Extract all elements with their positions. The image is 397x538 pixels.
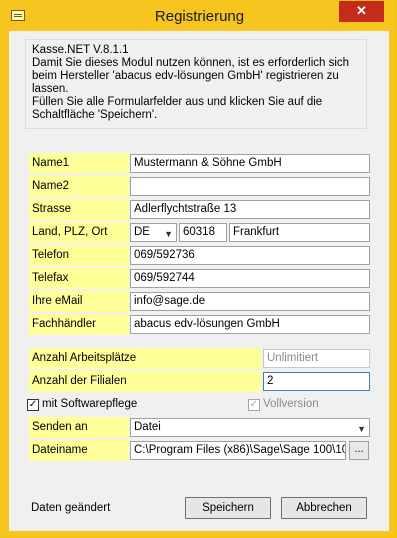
telefon-field[interactable]: 069/592736 bbox=[130, 246, 370, 265]
chevron-down-icon: ▼ bbox=[164, 229, 173, 239]
name1-label: Name1 bbox=[29, 153, 129, 174]
info-line: Füllen Sie alle Formularfelder aus und k… bbox=[32, 96, 323, 108]
info-line: lassen. bbox=[32, 83, 69, 95]
close-icon: ✕ bbox=[356, 3, 367, 18]
save-button[interactable]: Speichern bbox=[185, 497, 271, 519]
name1-field[interactable]: Mustermann & Söhne GmbH bbox=[130, 154, 370, 173]
arbeitsplaetze-field: Unlimitiert bbox=[263, 349, 370, 368]
fachhaendler-field[interactable]: abacus edv-lösungen GmbH bbox=[130, 315, 370, 334]
senden-an-value: Datei bbox=[134, 421, 161, 433]
info-panel: Kasse.NET V.8.1.1 Damit Sie dieses Modul… bbox=[25, 39, 367, 129]
status-text: Daten geändert bbox=[31, 502, 111, 514]
info-line: Schaltfläche 'Speichern'. bbox=[32, 109, 158, 121]
strasse-label: Strasse bbox=[29, 199, 129, 220]
fachhaendler-label: Fachhändler bbox=[29, 314, 129, 335]
title-bar[interactable]: Registrierung ✕ bbox=[1, 1, 396, 31]
info-line: beim Hersteller 'abacus edv-lösungen Gmb… bbox=[32, 70, 339, 82]
dateiname-field[interactable]: C:\Program Files (x86)\Sage\Sage 100\100 bbox=[130, 441, 346, 460]
vollversion-checkbox: ✓ bbox=[248, 399, 260, 411]
softwarepflege-label[interactable]: mit Softwarepflege bbox=[42, 398, 137, 410]
ort-field[interactable]: Frankfurt bbox=[229, 223, 370, 242]
telefax-field[interactable]: 069/592744 bbox=[130, 269, 370, 288]
softwarepflege-checkbox[interactable]: ✓ bbox=[27, 399, 39, 411]
plz-field[interactable]: 60318 bbox=[179, 223, 227, 242]
senden-an-select[interactable]: Datei ▼ bbox=[130, 418, 370, 437]
country-value: DE bbox=[134, 226, 150, 238]
dialog-body: Kasse.NET V.8.1.1 Damit Sie dieses Modul… bbox=[9, 31, 389, 531]
info-line: Kasse.NET V.8.1.1 bbox=[32, 44, 129, 56]
registration-window: Registrierung ✕ Kasse.NET V.8.1.1 Damit … bbox=[0, 0, 397, 538]
name2-field[interactable] bbox=[130, 177, 370, 196]
country-select[interactable]: DE ▼ bbox=[130, 223, 177, 242]
telefon-label: Telefon bbox=[29, 245, 129, 266]
chevron-down-icon: ▼ bbox=[357, 424, 366, 434]
cancel-button[interactable]: Abbrechen bbox=[281, 497, 367, 519]
name2-label: Name2 bbox=[29, 176, 129, 197]
email-label: Ihre eMail bbox=[29, 291, 129, 312]
vollversion-label: Vollversion bbox=[263, 398, 319, 410]
info-line: Damit Sie dieses Modul nutzen können, is… bbox=[32, 57, 350, 69]
senden-an-label: Senden an bbox=[29, 417, 129, 438]
email-field[interactable]: info@sage.de bbox=[130, 292, 370, 311]
close-button[interactable]: ✕ bbox=[339, 1, 384, 22]
land-plz-ort-label: Land, PLZ, Ort bbox=[29, 222, 129, 243]
dateiname-label: Dateiname bbox=[29, 440, 129, 461]
arbeitsplaetze-label: Anzahl Arbeitsplätze bbox=[29, 348, 261, 369]
browse-button[interactable]: ... bbox=[349, 441, 369, 460]
filialen-field[interactable]: 2 bbox=[263, 372, 370, 391]
strasse-field[interactable]: Adlerflychtstraße 13 bbox=[130, 200, 370, 219]
telefax-label: Telefax bbox=[29, 268, 129, 289]
window-title: Registrierung bbox=[154, 8, 245, 25]
filialen-label: Anzahl der Filialen bbox=[29, 371, 261, 392]
